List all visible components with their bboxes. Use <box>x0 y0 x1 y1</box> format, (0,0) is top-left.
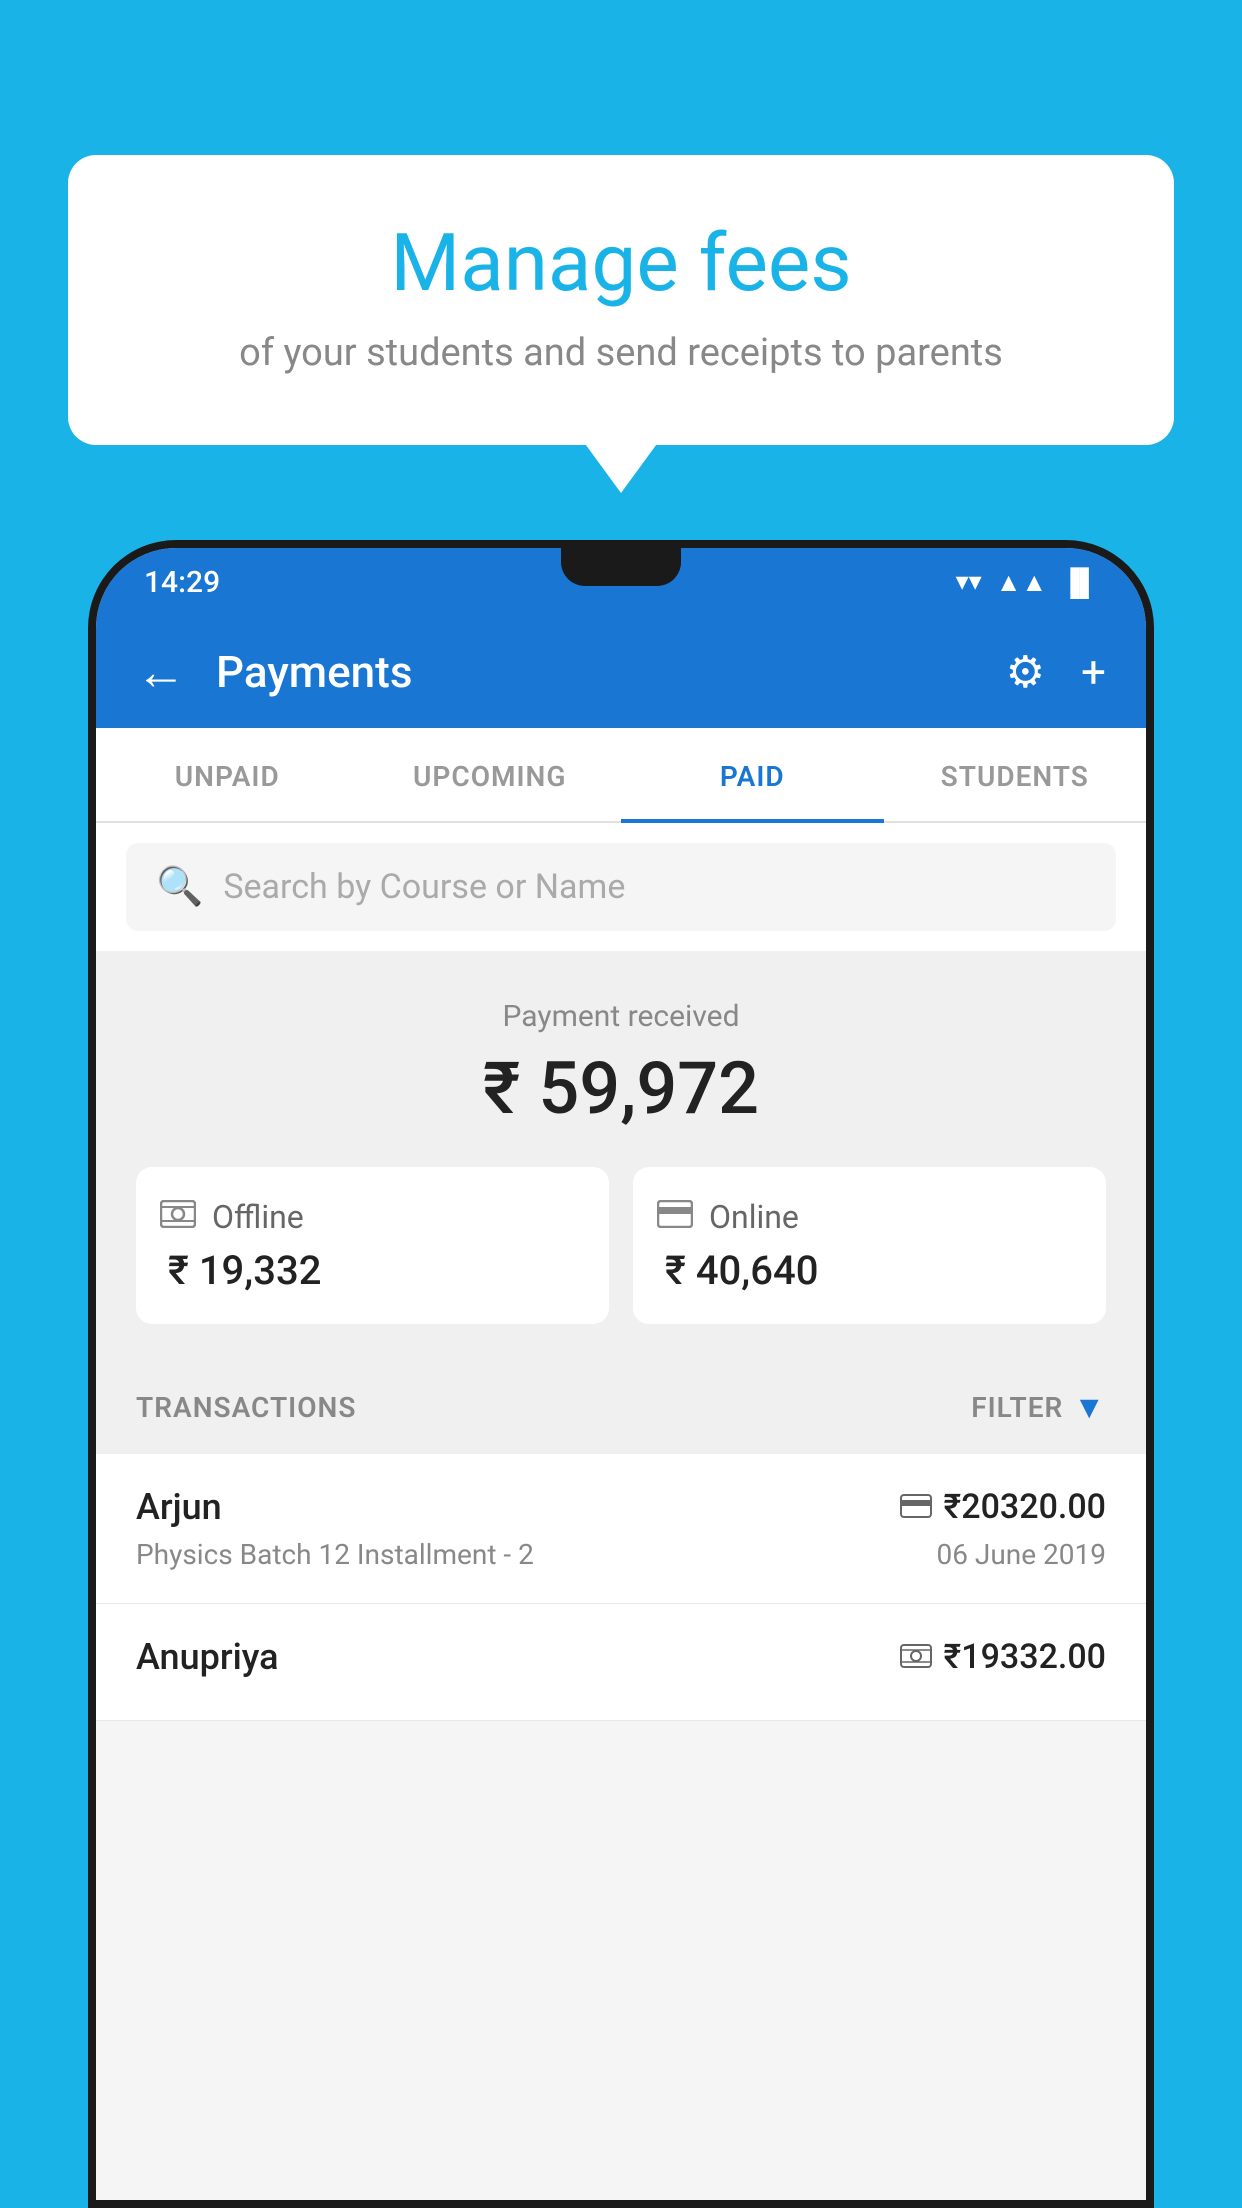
bubble-subtitle: of your students and send receipts to pa… <box>148 331 1094 375</box>
transaction-course: Physics Batch 12 Installment - 2 <box>136 1538 534 1571</box>
bubble-title: Manage fees <box>148 215 1094 311</box>
phone-frame: 14:29 ▾▾ ▲▲ ▐▌ ← Payments ⚙ + UNPAID UPC… <box>88 540 1154 2208</box>
tab-students[interactable]: STUDENTS <box>884 728 1147 821</box>
search-container: 🔍 Search by Course or Name <box>96 823 1146 951</box>
settings-icon[interactable]: ⚙ <box>1006 646 1045 698</box>
wifi-icon: ▾▾ <box>956 567 982 597</box>
app-bar-title: Payments <box>216 646 976 698</box>
status-icons: ▾▾ ▲▲ ▐▌ <box>956 567 1098 598</box>
app-bar-actions: ⚙ + <box>1006 646 1106 698</box>
search-icon: 🔍 <box>156 865 203 909</box>
transactions-header: TRANSACTIONS FILTER ▼ <box>96 1360 1146 1454</box>
speech-bubble-container: Manage fees of your students and send re… <box>68 155 1174 445</box>
transaction-item[interactable]: Anupriya ₹19332.00 <box>96 1604 1146 1721</box>
online-label: Online <box>709 1198 799 1236</box>
offline-card-header: Offline <box>160 1197 304 1237</box>
transaction-amount: ₹20320.00 <box>944 1487 1106 1527</box>
online-card-header: Online <box>657 1197 799 1237</box>
payment-cash-icon <box>900 1638 932 1676</box>
tabs-bar: UNPAID UPCOMING PAID STUDENTS <box>96 728 1146 823</box>
tab-unpaid[interactable]: UNPAID <box>96 728 359 821</box>
transaction-amount-container: ₹19332.00 <box>900 1637 1106 1677</box>
status-time: 14:29 <box>144 565 220 600</box>
transaction-row-top: Anupriya ₹19332.00 <box>136 1636 1106 1678</box>
transaction-name: Arjun <box>136 1486 222 1528</box>
payment-card-icon <box>900 1488 932 1526</box>
tab-paid[interactable]: PAID <box>621 728 884 821</box>
transaction-list: Arjun ₹20320.00 Physics Batch 12 Install… <box>96 1454 1146 1721</box>
online-icon <box>657 1197 693 1237</box>
filter-button[interactable]: FILTER ▼ <box>971 1388 1106 1426</box>
notch <box>561 548 681 586</box>
summary-cards: Offline ₹ 19,332 Online <box>136 1167 1106 1324</box>
online-amount: ₹ 40,640 <box>657 1247 818 1294</box>
transactions-label: TRANSACTIONS <box>136 1391 356 1424</box>
speech-bubble: Manage fees of your students and send re… <box>68 155 1174 445</box>
transaction-date: 06 June 2019 <box>936 1538 1106 1571</box>
transaction-amount-container: ₹20320.00 <box>900 1487 1106 1527</box>
offline-icon <box>160 1197 196 1237</box>
status-bar: 14:29 ▾▾ ▲▲ ▐▌ <box>96 548 1146 616</box>
filter-icon: ▼ <box>1073 1388 1106 1426</box>
back-button[interactable]: ← <box>136 643 186 702</box>
offline-card: Offline ₹ 19,332 <box>136 1167 609 1324</box>
transaction-row-top: Arjun ₹20320.00 <box>136 1486 1106 1528</box>
summary-amount: ₹ 59,972 <box>136 1046 1106 1131</box>
transaction-name: Anupriya <box>136 1636 279 1678</box>
summary-label: Payment received <box>136 999 1106 1034</box>
app-bar: ← Payments ⚙ + <box>96 616 1146 728</box>
search-box[interactable]: 🔍 Search by Course or Name <box>126 843 1116 931</box>
online-card: Online ₹ 40,640 <box>633 1167 1106 1324</box>
add-icon[interactable]: + <box>1081 646 1106 698</box>
offline-amount: ₹ 19,332 <box>160 1247 321 1294</box>
battery-icon: ▐▌ <box>1061 567 1098 598</box>
filter-label: FILTER <box>971 1391 1063 1424</box>
phone-inner: 14:29 ▾▾ ▲▲ ▐▌ ← Payments ⚙ + UNPAID UPC… <box>96 548 1146 2200</box>
transaction-row-bottom: Physics Batch 12 Installment - 2 06 June… <box>136 1538 1106 1571</box>
summary-section: Payment received ₹ 59,972 <box>96 951 1146 1360</box>
tab-upcoming[interactable]: UPCOMING <box>359 728 622 821</box>
search-input[interactable]: Search by Course or Name <box>223 867 625 907</box>
transaction-item[interactable]: Arjun ₹20320.00 Physics Batch 12 Install… <box>96 1454 1146 1604</box>
transaction-amount: ₹19332.00 <box>944 1637 1106 1677</box>
offline-label: Offline <box>212 1198 304 1236</box>
signal-icon: ▲▲ <box>996 567 1047 598</box>
